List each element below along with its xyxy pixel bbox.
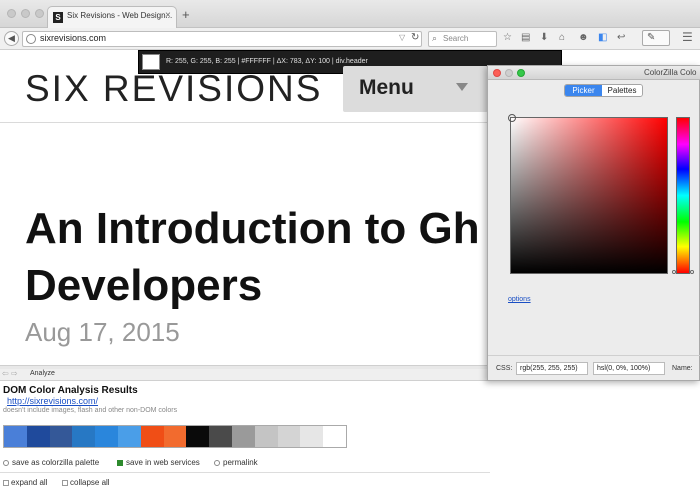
article-title[interactable]: An Introduction to Gh Developers <box>25 200 495 314</box>
share-icon[interactable]: ↩ <box>617 32 625 44</box>
save-web-label: save in web services <box>126 458 200 467</box>
color-swatch[interactable] <box>72 426 96 447</box>
tab-close-icon[interactable]: × <box>165 10 171 21</box>
color-swatch[interactable] <box>300 426 324 447</box>
dropper-icon: ✎ <box>647 32 656 43</box>
tab-title: Six Revisions - Web Design... <box>67 11 173 20</box>
color-swatch[interactable] <box>117 426 141 447</box>
window-minimize-light[interactable] <box>21 9 30 18</box>
window-zoom-light[interactable] <box>35 9 44 18</box>
tab-picker[interactable]: Picker <box>565 85 602 96</box>
menu-label: Menu <box>359 76 414 99</box>
save-palette-label: save as colorzilla palette <box>12 458 100 467</box>
search-icon: ⌕ <box>432 33 438 43</box>
color-swatch[interactable] <box>254 426 278 447</box>
name-label: Name: <box>672 365 693 372</box>
collapse-icon <box>62 479 68 486</box>
menu-button[interactable]: Menu <box>343 66 488 112</box>
picker-titlebar[interactable]: ColorZilla Colo <box>488 66 700 80</box>
header-divider <box>0 122 490 123</box>
saturation-value-field[interactable] <box>510 117 668 274</box>
menu-icon[interactable]: ☰ <box>682 31 693 43</box>
separator <box>0 472 490 473</box>
picker-minimize-button[interactable] <box>505 69 513 77</box>
search-placeholder: Search <box>443 34 469 43</box>
color-swatch[interactable] <box>95 426 118 447</box>
tab-palettes[interactable]: Palettes <box>602 85 642 96</box>
color-swatch[interactable] <box>49 426 73 447</box>
color-swatch-row <box>3 425 347 448</box>
article-title-line-2: Developers <box>25 261 263 310</box>
picker-close-button[interactable] <box>493 69 501 77</box>
color-swatch[interactable] <box>323 426 346 447</box>
site-favicon-icon: S <box>53 12 63 23</box>
colorzilla-dropper-button[interactable]: ✎ <box>642 30 670 46</box>
color-swatch[interactable] <box>163 426 187 447</box>
globe-icon <box>26 34 36 44</box>
permalink-option[interactable]: permalink <box>214 458 258 467</box>
link-icon <box>214 459 220 466</box>
new-tab-button[interactable]: + <box>182 8 190 21</box>
analyze-toolbar: ⇦ ⇨ Analyze <box>0 369 490 381</box>
article-date: Aug 17, 2015 <box>25 317 180 347</box>
color-swatch[interactable] <box>26 426 50 447</box>
star-icon[interactable]: ☆ <box>503 32 512 44</box>
collapse-all-button[interactable]: collapse all <box>62 478 110 487</box>
expand-icon <box>3 479 9 486</box>
radio-icon <box>3 459 9 466</box>
analysis-url-link[interactable]: http://sixrevisions.com/ <box>7 396 98 406</box>
color-readout: R: 255, G: 255, B: 255 | #FFFFFF | ΔX: 7… <box>166 58 368 65</box>
expand-all-button[interactable]: expand all <box>3 478 47 487</box>
analysis-note: doesn't include images, flash and other … <box>3 407 178 414</box>
home-icon[interactable]: ⌂ <box>559 32 565 44</box>
color-swatch[interactable] <box>277 426 301 447</box>
hue-handle-left[interactable] <box>672 270 676 274</box>
expand-all-label: expand all <box>11 478 48 487</box>
color-swatch[interactable] <box>4 426 27 447</box>
permalink-label: permalink <box>223 458 258 467</box>
picker-divider <box>488 355 700 356</box>
picker-tab-group: Picker Palettes <box>564 84 643 97</box>
browser-tab[interactable]: S Six Revisions - Web Design... × <box>47 6 177 28</box>
color-swatch[interactable] <box>231 426 255 447</box>
navigation-bar: ◀ sixrevisions.com ▽ ↻ ⌕ Search <box>0 28 700 50</box>
color-cursor-handle[interactable] <box>508 114 516 122</box>
reload-icon[interactable]: ↻ <box>411 32 419 43</box>
search-input[interactable]: ⌕ Search <box>428 31 497 47</box>
checkbox-icon <box>117 459 123 466</box>
back-button[interactable]: ◀ <box>4 31 19 46</box>
analysis-title: DOM Color Analysis Results <box>3 385 138 396</box>
site-logo[interactable]: SIX REVISIONS <box>25 70 322 108</box>
history-arrows-icon[interactable]: ⇦ ⇨ <box>2 369 18 378</box>
css-value-field[interactable]: rgb(255, 255, 255) <box>516 362 588 375</box>
save-web-option[interactable]: save in web services <box>117 458 200 467</box>
color-swatch[interactable] <box>186 426 210 447</box>
extension-icon[interactable]: ◧ <box>598 32 607 44</box>
url-text[interactable]: sixrevisions.com <box>40 33 106 43</box>
picker-title: ColorZilla Colo <box>644 68 697 77</box>
options-link[interactable]: options <box>508 296 531 303</box>
save-palette-option[interactable]: save as colorzilla palette <box>3 458 99 467</box>
analyze-label[interactable]: Analyze <box>30 370 55 377</box>
clipboard-icon[interactable]: ▤ <box>521 32 530 44</box>
picker-zoom-button[interactable] <box>517 69 525 77</box>
hue-handle-right[interactable] <box>690 270 694 274</box>
collapse-all-label: collapse all <box>70 478 110 487</box>
colorzilla-picker-window: ColorZilla Colo Picker Palettes options … <box>487 65 700 381</box>
color-swatch[interactable] <box>140 426 164 447</box>
window-close-light[interactable] <box>7 9 16 18</box>
color-swatch[interactable] <box>209 426 232 447</box>
hue-slider[interactable] <box>676 117 690 274</box>
download-icon[interactable]: ⬇ <box>540 32 548 44</box>
browser-titlebar: S Six Revisions - Web Design... × + <box>0 0 700 28</box>
chevron-down-icon <box>456 83 468 91</box>
article-title-line-1: An Introduction to Gh <box>25 204 480 253</box>
css-label: CSS: <box>496 365 513 372</box>
url-bar[interactable]: sixrevisions.com ▽ ↻ <box>22 31 422 47</box>
url-dropdown-icon[interactable]: ▽ <box>399 33 405 42</box>
chat-icon[interactable]: ☻ <box>578 32 589 44</box>
hsl-value-field[interactable]: hsl(0, 0%, 100%) <box>593 362 665 375</box>
